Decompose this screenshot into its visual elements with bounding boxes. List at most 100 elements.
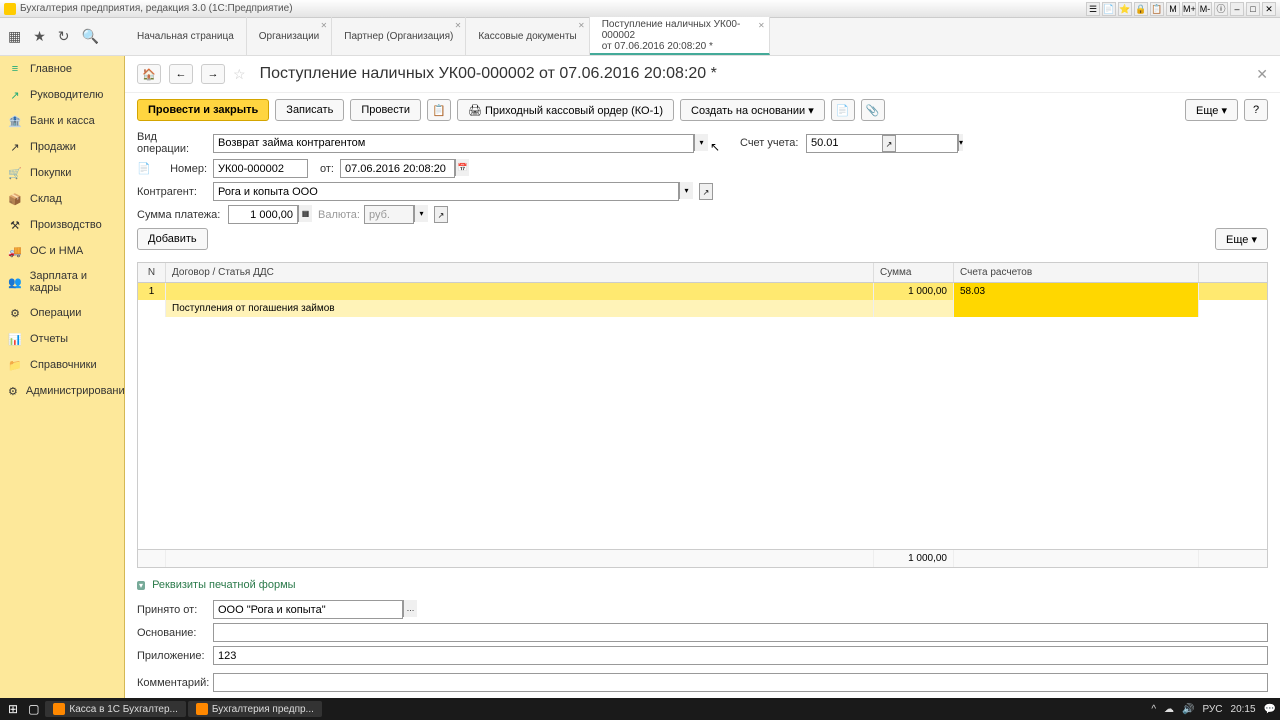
open-button[interactable]: ↗ <box>882 135 896 152</box>
dropdown-icon[interactable]: ▾ <box>694 134 708 151</box>
tab-current-doc[interactable]: Поступление наличных УК00-000002от 07.06… <box>590 17 770 55</box>
taskbar-item[interactable]: Касса в 1С Бухгалтер... <box>45 701 185 717</box>
sidebar-item-manager[interactable]: ↗Руководителю <box>0 82 124 108</box>
tab-close-icon[interactable]: ✕ <box>578 21 585 30</box>
basis-field[interactable] <box>213 623 1268 642</box>
col-contract[interactable]: Договор / Статья ДДС <box>166 263 874 282</box>
comment-field[interactable] <box>213 673 1268 692</box>
document-content: 🏠 ← → ☆ Поступление наличных УК00-000002… <box>125 56 1280 698</box>
print-section-toggle[interactable]: ▾ Реквизиты печатной формы <box>137 576 1268 594</box>
sidebar-item-bank[interactable]: 🏦Банк и касса <box>0 108 124 134</box>
sidebar-item-sales[interactable]: ↗Продажи <box>0 134 124 160</box>
wbtn[interactable]: 📋 <box>1150 2 1164 16</box>
tab-home[interactable]: Начальная страница <box>125 17 247 55</box>
date-field[interactable] <box>340 159 455 178</box>
create-based-button[interactable]: Создать на основании ▾ <box>680 99 825 121</box>
minimize-button[interactable]: – <box>1230 2 1244 16</box>
language-indicator[interactable]: РУС <box>1202 704 1222 715</box>
wbtn[interactable]: ⭐ <box>1118 2 1132 16</box>
favorites-icon[interactable]: ★ <box>33 28 46 45</box>
back-button[interactable]: ← <box>169 64 193 84</box>
sidebar-item-admin[interactable]: ⚙Администрирование <box>0 378 124 404</box>
table-more-button[interactable]: Еще ▾ <box>1215 228 1268 250</box>
wbtn[interactable]: М <box>1166 2 1180 16</box>
col-accounts[interactable]: Счета расчетов <box>954 263 1199 282</box>
attach-button[interactable]: 📎 <box>861 99 885 121</box>
sales-icon: ↗ <box>8 140 22 154</box>
forward-button[interactable]: → <box>201 64 225 84</box>
document-close-icon[interactable]: ✕ <box>1256 66 1268 83</box>
calendar-icon[interactable]: 📅 <box>455 159 469 176</box>
close-button[interactable]: ✕ <box>1262 2 1276 16</box>
home-button[interactable]: 🏠 <box>137 64 161 84</box>
sidebar-item-main[interactable]: ≡Главное <box>0 56 124 82</box>
sidebar-item-catalogs[interactable]: 📁Справочники <box>0 352 124 378</box>
tab-cash-docs[interactable]: Кассовые документы✕ <box>466 17 589 55</box>
print-order-button[interactable]: 🖨 Приходный кассовый ордер (КО-1) <box>457 99 674 121</box>
post-button[interactable]: Провести <box>350 99 421 121</box>
wbtn[interactable]: 📄 <box>1102 2 1116 16</box>
open-button[interactable]: ↗ <box>699 183 713 200</box>
tab-close-icon[interactable]: ✕ <box>321 21 328 30</box>
wbtn[interactable]: ⓘ <box>1214 2 1228 16</box>
received-from-field[interactable] <box>213 600 403 619</box>
help-button[interactable]: ? <box>1244 99 1268 121</box>
gear-icon: ⚙ <box>8 306 22 320</box>
save-button[interactable]: Записать <box>275 99 344 121</box>
tab-close-icon[interactable]: ✕ <box>758 21 765 30</box>
sidebar-item-production[interactable]: ⚒Производство <box>0 212 124 238</box>
amount-label: Сумма платежа: <box>137 209 222 221</box>
tray-icon[interactable]: ^ <box>1151 704 1156 715</box>
amount-field[interactable] <box>228 205 298 224</box>
add-row-button[interactable]: Добавить <box>137 228 208 250</box>
open-button[interactable]: ↗ <box>434 206 448 223</box>
number-field[interactable] <box>213 159 308 178</box>
task-view-icon[interactable]: ▢ <box>24 702 43 716</box>
sidebar-item-purchases[interactable]: 🛒Покупки <box>0 160 124 186</box>
dropdown-icon[interactable]: ▾ <box>958 134 963 151</box>
search-icon[interactable]: 🔍 <box>82 28 99 45</box>
sidebar-item-salary[interactable]: 👥Зарплата и кадры <box>0 264 124 300</box>
select-button[interactable]: … <box>403 600 417 617</box>
history-icon[interactable]: ↻ <box>58 28 70 45</box>
counterparty-field[interactable] <box>213 182 679 201</box>
calc-icon[interactable]: ▦ <box>298 205 312 222</box>
tray-icon[interactable]: 🔊 <box>1182 704 1194 715</box>
tray-icon[interactable]: ☁ <box>1164 704 1174 715</box>
tab-partner[interactable]: Партнер (Организация)✕ <box>332 17 466 55</box>
col-sum[interactable]: Сумма <box>874 263 954 282</box>
apps-icon[interactable]: ▦ <box>8 28 21 45</box>
sidebar-item-reports[interactable]: 📊Отчеты <box>0 326 124 352</box>
wbtn[interactable]: 🔒 <box>1134 2 1148 16</box>
attachment-field[interactable] <box>213 646 1268 665</box>
table-row[interactable]: Поступления от погашения займов <box>138 300 1267 317</box>
chevron-down-icon: ▾ <box>137 581 145 590</box>
taskbar-item[interactable]: Бухгалтерия предпр... <box>188 701 322 717</box>
accounts-cell[interactable]: 58.03 <box>954 283 1199 300</box>
tab-organizations[interactable]: Организации✕ <box>247 17 332 55</box>
dropdown-icon[interactable]: ▾ <box>414 205 428 222</box>
date-label: от: <box>314 163 334 175</box>
operation-type-field[interactable] <box>213 134 694 153</box>
favorite-icon[interactable]: ☆ <box>233 66 246 83</box>
post-and-close-button[interactable]: Провести и закрыть <box>137 99 269 121</box>
wbtn[interactable]: М- <box>1198 2 1212 16</box>
sidebar-item-assets[interactable]: 🚚ОС и НМА <box>0 238 124 264</box>
icon-button-1[interactable]: 📄 <box>831 99 855 121</box>
dt-kt-button[interactable]: 📋 <box>427 99 451 121</box>
sidebar-item-operations[interactable]: ⚙Операции <box>0 300 124 326</box>
start-button[interactable]: ⊞ <box>4 702 22 716</box>
tab-close-icon[interactable]: ✕ <box>455 21 462 30</box>
clock[interactable]: 20:15 <box>1231 704 1256 715</box>
wbtn[interactable]: ☰ <box>1086 2 1100 16</box>
dropdown-icon[interactable]: ▾ <box>679 182 693 199</box>
window-titlebar: Бухгалтерия предприятия, редакция 3.0 (1… <box>0 0 1280 18</box>
sidebar-item-warehouse[interactable]: 📦Склад <box>0 186 124 212</box>
col-n[interactable]: N <box>138 263 166 282</box>
more-button[interactable]: Еще ▾ <box>1185 99 1238 121</box>
table-row[interactable]: 1 1 000,00 58.03 <box>138 283 1267 300</box>
notifications-icon[interactable]: 💬 <box>1264 704 1276 715</box>
account-label: Счет учета: <box>740 137 800 149</box>
wbtn[interactable]: М+ <box>1182 2 1196 16</box>
maximize-button[interactable]: □ <box>1246 2 1260 16</box>
